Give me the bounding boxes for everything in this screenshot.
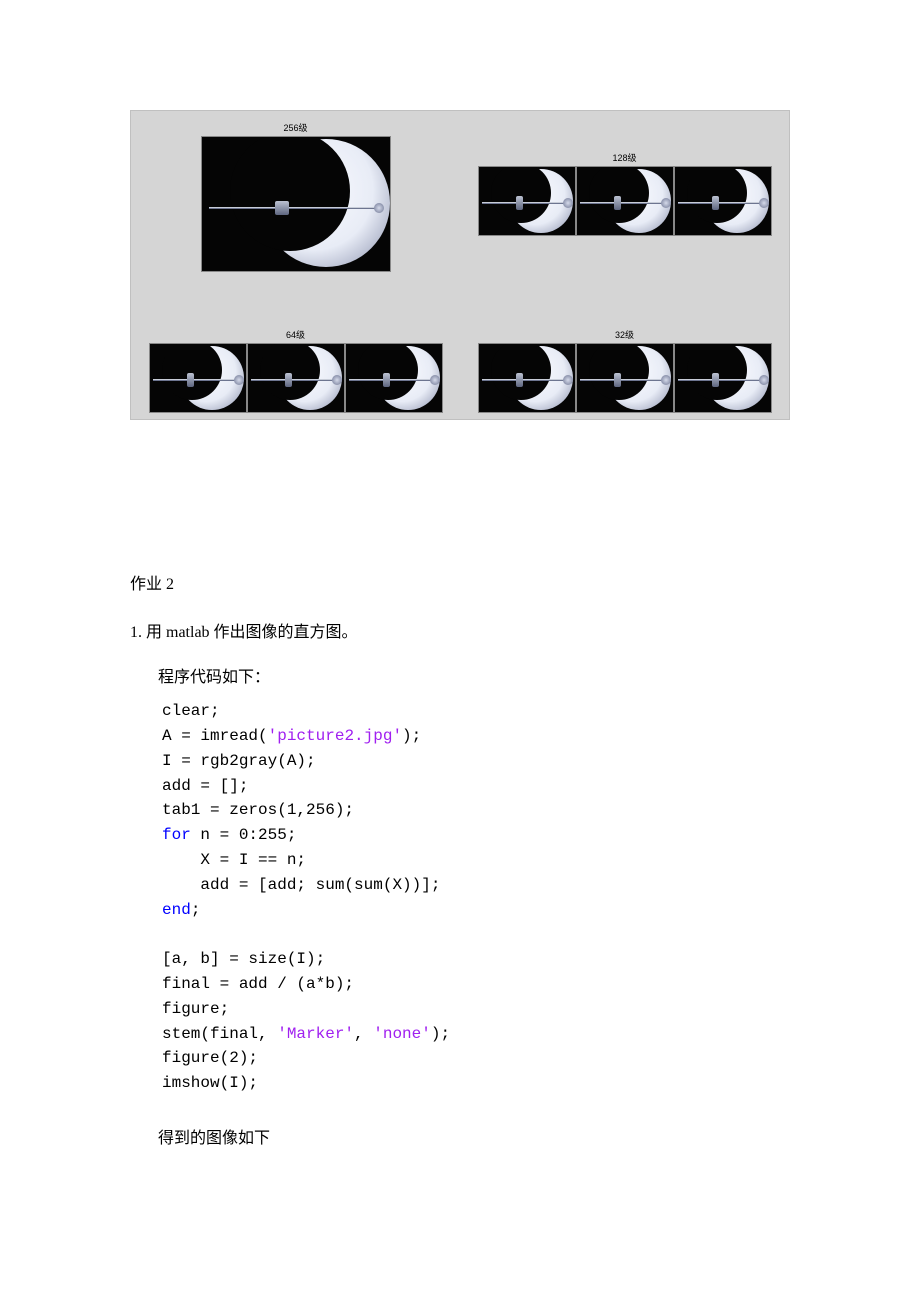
homework-heading: 作业 2 bbox=[130, 570, 790, 600]
image-row bbox=[478, 166, 772, 236]
subplot-64: 64级 bbox=[131, 272, 460, 419]
subplot-title: 64级 bbox=[286, 328, 305, 341]
code-line: add = []; bbox=[162, 777, 248, 795]
code-line: figure(2); bbox=[162, 1049, 258, 1067]
code-blank bbox=[162, 925, 172, 943]
page: 256级 128级 64级 32级 bbox=[0, 110, 920, 1194]
matlab-code-block: clear; A = imread('picture2.jpg'); I = r… bbox=[162, 699, 790, 1096]
subplot-title: 256级 bbox=[283, 121, 307, 134]
code-line: imshow(I); bbox=[162, 1074, 258, 1092]
gray-image-64 bbox=[345, 343, 443, 413]
gray-image-32 bbox=[674, 343, 772, 413]
body-text: 作业 2 1. 用 matlab 作出图像的直方图。 程序代码如下： clear… bbox=[130, 570, 790, 1154]
subplot-256: 256级 bbox=[131, 111, 460, 272]
code-line: add = [add; sum(sum(X))]; bbox=[162, 876, 440, 894]
code-line: final = add / (a*b); bbox=[162, 975, 354, 993]
code-intro: 程序代码如下： bbox=[158, 663, 790, 693]
code-line: end; bbox=[162, 901, 200, 919]
gray-image-64 bbox=[247, 343, 345, 413]
result-intro: 得到的图像如下 bbox=[158, 1124, 790, 1154]
code-line: for n = 0:255; bbox=[162, 826, 296, 844]
gray-image-32 bbox=[478, 343, 576, 413]
code-line: [a, b] = size(I); bbox=[162, 950, 325, 968]
code-line: I = rgb2gray(A); bbox=[162, 752, 316, 770]
gray-image-128 bbox=[576, 166, 674, 236]
image-row bbox=[478, 343, 772, 413]
subplot-title: 32级 bbox=[615, 328, 634, 341]
code-line: tab1 = zeros(1,256); bbox=[162, 801, 354, 819]
image-row bbox=[149, 343, 443, 413]
code-line: stem(final, 'Marker', 'none'); bbox=[162, 1025, 450, 1043]
code-line: A = imread('picture2.jpg'); bbox=[162, 727, 421, 745]
gray-image-256 bbox=[201, 136, 391, 272]
gray-image-64 bbox=[149, 343, 247, 413]
gray-image-32 bbox=[576, 343, 674, 413]
question-line: 1. 用 matlab 作出图像的直方图。 bbox=[130, 618, 790, 648]
gray-image-128 bbox=[674, 166, 772, 236]
matlab-figure-panel: 256级 128级 64级 32级 bbox=[130, 110, 790, 420]
code-line: figure; bbox=[162, 1000, 229, 1018]
code-line: clear; bbox=[162, 702, 220, 720]
gray-image-128 bbox=[478, 166, 576, 236]
subplot-128: 128级 bbox=[460, 111, 789, 272]
code-line: X = I == n; bbox=[162, 851, 306, 869]
subplot-32: 32级 bbox=[460, 272, 789, 419]
subplot-title: 128级 bbox=[612, 151, 636, 164]
